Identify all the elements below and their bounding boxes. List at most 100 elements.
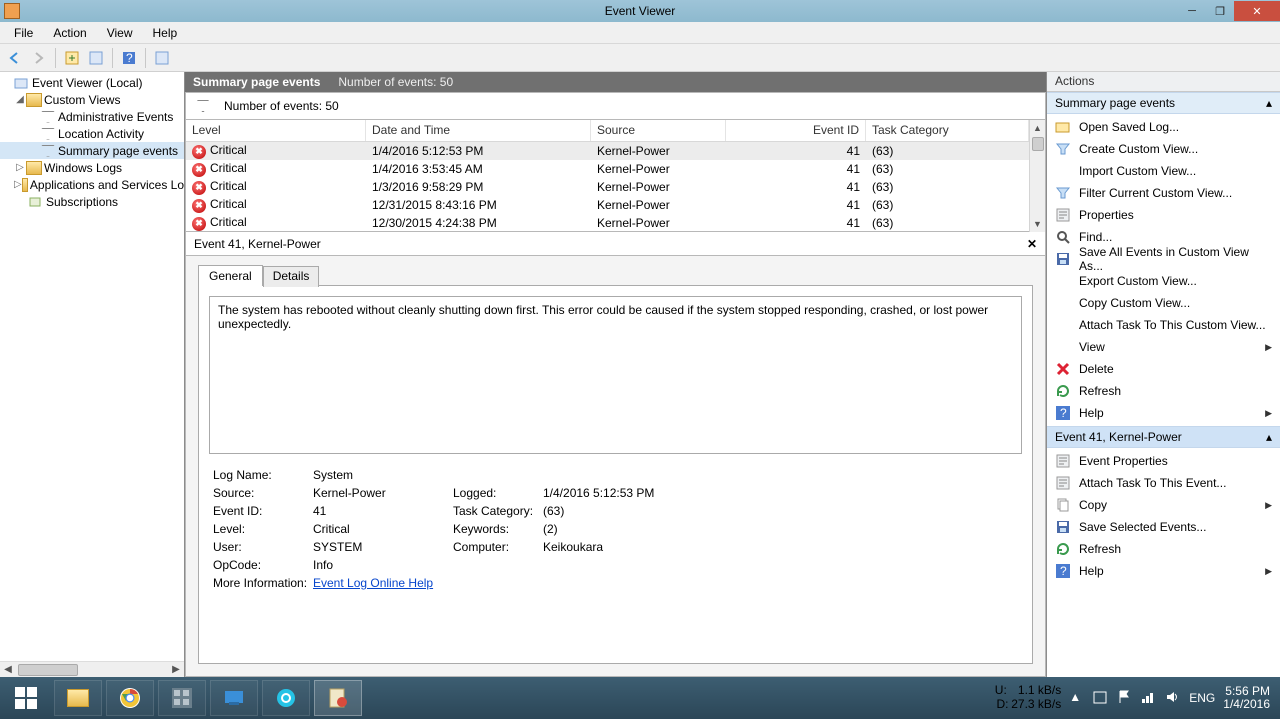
taskbar-app3[interactable]: [262, 680, 310, 716]
taskbar-event-viewer[interactable]: [314, 680, 362, 716]
meta-cell: User:: [213, 540, 313, 554]
props-icon: [1055, 207, 1071, 223]
detail-body: General Details The system has rebooted …: [185, 256, 1046, 677]
tray-network-icon[interactable]: [1141, 690, 1157, 706]
event-row[interactable]: ✖Critical 12/31/2015 8:43:16 PM Kernel-P…: [186, 196, 1029, 214]
meta-cell: [543, 558, 723, 572]
tree-horizontal-scrollbar[interactable]: ◀▶: [0, 661, 184, 677]
tree-subscriptions[interactable]: Subscriptions: [0, 193, 184, 210]
tree-item-summary-page-events[interactable]: Summary page events: [0, 142, 184, 159]
blank-icon: [1055, 163, 1071, 179]
tree-label: Administrative Events: [58, 110, 173, 124]
action-properties[interactable]: Properties: [1047, 204, 1280, 226]
meta-cell: Keywords:: [453, 522, 543, 536]
actions-group-summary[interactable]: Summary page events▴: [1047, 92, 1280, 114]
tab-general[interactable]: General: [198, 265, 263, 286]
show-hide-tree-button[interactable]: [61, 47, 83, 69]
action-event-properties[interactable]: Event Properties: [1047, 450, 1280, 472]
action-save-selected-events[interactable]: Save Selected Events...: [1047, 516, 1280, 538]
action-attach-task-to-this-custom-view[interactable]: Attach Task To This Custom View...: [1047, 314, 1280, 336]
col-source[interactable]: Source: [591, 120, 726, 141]
tray-language[interactable]: ENG: [1189, 691, 1215, 705]
actions-title: Actions: [1047, 72, 1280, 92]
col-date[interactable]: Date and Time: [366, 120, 591, 141]
event-row[interactable]: ✖Critical 1/4/2016 5:12:53 PM Kernel-Pow…: [186, 142, 1029, 160]
props-icon: [1055, 475, 1071, 491]
action-refresh[interactable]: Refresh: [1047, 380, 1280, 402]
tree-windows-logs[interactable]: ▷Windows Logs: [0, 159, 184, 176]
action-label: Filter Current Custom View...: [1079, 186, 1232, 200]
tray-volume-icon[interactable]: [1165, 690, 1181, 706]
action-label: Attach Task To This Custom View...: [1079, 318, 1266, 332]
help-button[interactable]: ?: [118, 47, 140, 69]
col-taskcat[interactable]: Task Category: [866, 120, 1029, 141]
toolbar: ?: [0, 44, 1280, 72]
taskbar-app2[interactable]: [210, 680, 258, 716]
action-label: Find...: [1079, 230, 1112, 244]
col-level[interactable]: Level: [186, 120, 366, 141]
event-row[interactable]: ✖Critical 12/30/2015 4:24:38 PM Kernel-P…: [186, 214, 1029, 232]
taskbar-explorer[interactable]: [54, 680, 102, 716]
event-list-scrollbar[interactable]: ▲▼: [1029, 120, 1045, 232]
menu-action[interactable]: Action: [43, 24, 96, 42]
action-label: Help: [1079, 406, 1104, 420]
tray-clock[interactable]: 5:56 PM1/4/2016: [1223, 685, 1270, 711]
blank-icon: [1055, 295, 1071, 311]
action-open-saved-log[interactable]: Open Saved Log...: [1047, 116, 1280, 138]
action-copy-custom-view[interactable]: Copy Custom View...: [1047, 292, 1280, 314]
filter-bar: Number of events: 50: [185, 92, 1046, 120]
extra-button[interactable]: [151, 47, 173, 69]
tab-details[interactable]: Details: [263, 266, 320, 287]
svg-text:?: ?: [1060, 406, 1067, 420]
properties-button[interactable]: [85, 47, 107, 69]
tray-flag-icon[interactable]: [1117, 690, 1133, 706]
maximize-button[interactable]: ❐: [1206, 1, 1234, 21]
event-row[interactable]: ✖Critical 1/4/2016 3:53:45 AM Kernel-Pow…: [186, 160, 1029, 178]
action-export-custom-view[interactable]: Export Custom View...: [1047, 270, 1280, 292]
filter-icon: [1055, 141, 1071, 157]
minimize-button[interactable]: ─: [1178, 1, 1206, 21]
back-button[interactable]: [4, 47, 26, 69]
action-refresh[interactable]: Refresh: [1047, 538, 1280, 560]
action-import-custom-view[interactable]: Import Custom View...: [1047, 160, 1280, 182]
taskbar-chrome[interactable]: [106, 680, 154, 716]
action-help[interactable]: ?Help▶: [1047, 560, 1280, 582]
save-icon: [1055, 519, 1071, 535]
tree-label: Event Viewer (Local): [32, 76, 143, 90]
tray-up-icon[interactable]: ▲: [1069, 690, 1085, 706]
close-button[interactable]: ✕: [1234, 1, 1280, 21]
meta-cell: Computer:: [453, 540, 543, 554]
taskbar-app1[interactable]: [158, 680, 206, 716]
action-save-all-events-in-custom-view-as[interactable]: Save All Events in Custom View As...: [1047, 248, 1280, 270]
tree-item-admin-events[interactable]: Administrative Events: [0, 108, 184, 125]
action-label: Import Custom View...: [1079, 164, 1196, 178]
action-view[interactable]: View▶: [1047, 336, 1280, 358]
event-metadata: Log Name:SystemSource:Kernel-PowerLogged…: [209, 468, 1022, 590]
actions-group-event[interactable]: Event 41, Kernel-Power▴: [1047, 426, 1280, 448]
action-create-custom-view[interactable]: Create Custom View...: [1047, 138, 1280, 160]
meta-cell: [453, 468, 543, 482]
menu-view[interactable]: View: [97, 24, 143, 42]
menu-help[interactable]: Help: [143, 24, 188, 42]
tree-custom-views[interactable]: ◢Custom Views: [0, 91, 184, 108]
forward-button[interactable]: [28, 47, 50, 69]
action-help[interactable]: ?Help▶: [1047, 402, 1280, 424]
tray-calendar-icon[interactable]: [1093, 690, 1109, 706]
app-icon: [4, 3, 20, 19]
start-button[interactable]: [0, 677, 52, 719]
detail-close-icon[interactable]: ✕: [1027, 237, 1037, 251]
tree-item-location-activity[interactable]: Location Activity: [0, 125, 184, 142]
tree-root[interactable]: Event Viewer (Local): [0, 74, 184, 91]
action-label: Event Properties: [1079, 454, 1168, 468]
event-row[interactable]: ✖Critical 1/3/2016 9:58:29 PM Kernel-Pow…: [186, 178, 1029, 196]
action-attach-task-to-this-event[interactable]: Attach Task To This Event...: [1047, 472, 1280, 494]
event-log-help-link[interactable]: Event Log Online Help: [313, 576, 433, 590]
tree-label: Windows Logs: [44, 161, 122, 175]
action-copy[interactable]: Copy▶: [1047, 494, 1280, 516]
menu-file[interactable]: File: [4, 24, 43, 42]
action-delete[interactable]: Delete: [1047, 358, 1280, 380]
col-eventid[interactable]: Event ID: [726, 120, 866, 141]
action-filter-current-custom-view[interactable]: Filter Current Custom View...: [1047, 182, 1280, 204]
tree-apps-services[interactable]: ▷Applications and Services Lo: [0, 176, 184, 193]
action-label: Attach Task To This Event...: [1079, 476, 1226, 490]
